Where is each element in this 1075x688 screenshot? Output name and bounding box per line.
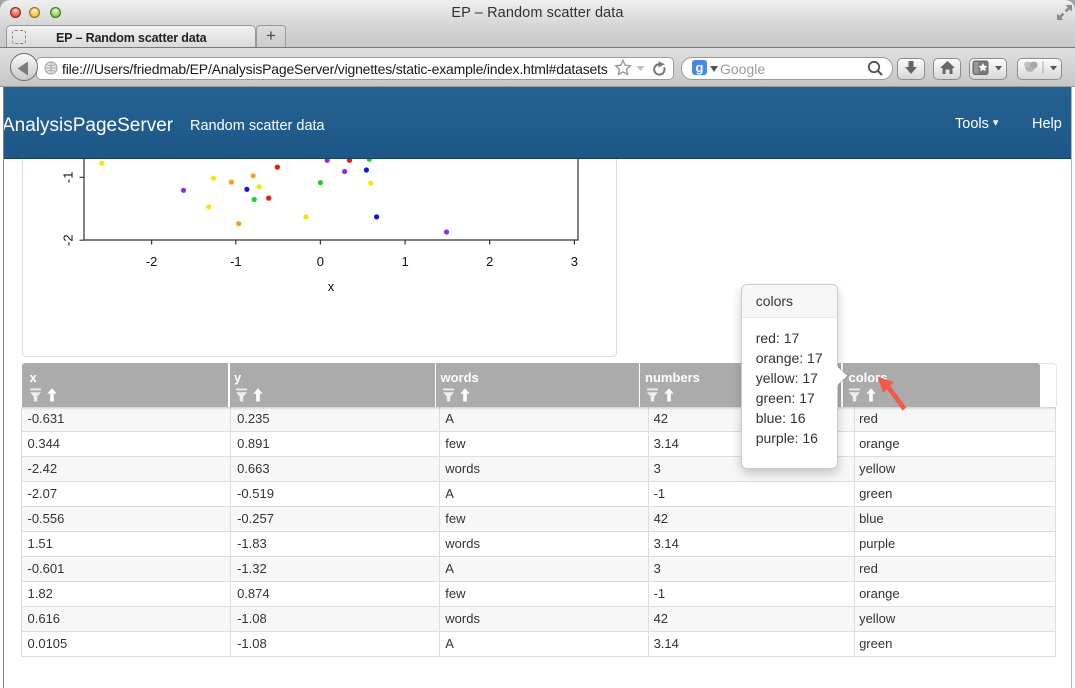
svg-text:-1: -1 (230, 254, 242, 269)
svg-text:-2: -2 (61, 234, 76, 246)
svg-text:0: 0 (317, 254, 324, 269)
svg-text:2: 2 (486, 254, 493, 269)
svg-text:x: x (328, 279, 335, 294)
svg-text:-1: -1 (61, 172, 76, 184)
svg-text:-2: -2 (146, 254, 158, 269)
svg-text:1: 1 (401, 254, 408, 269)
svg-text:3: 3 (571, 254, 578, 269)
